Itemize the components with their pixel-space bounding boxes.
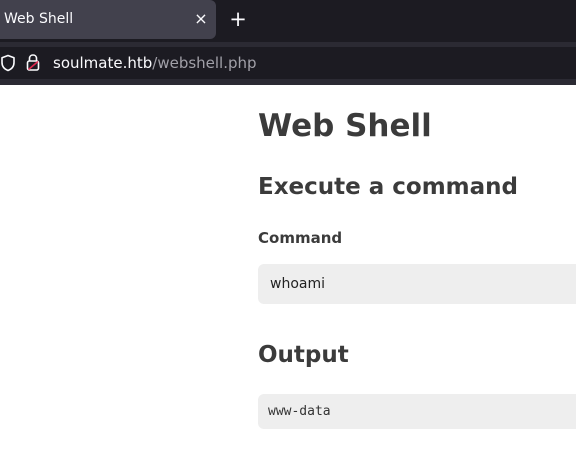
url-host: soulmate.htb (53, 54, 153, 72)
command-input[interactable] (258, 264, 576, 304)
tab-web-shell[interactable]: Web Shell × (0, 0, 216, 39)
lock-icon[interactable] (25, 53, 41, 72)
tab-title: Web Shell (4, 11, 74, 27)
url-path: /webshell.php (152, 54, 257, 72)
execute-heading: Execute a command (258, 174, 519, 200)
page-title: Web Shell (258, 108, 432, 144)
plus-icon[interactable]: + (228, 8, 248, 30)
url-text[interactable]: soulmate.htb/webshell.php (53, 54, 257, 72)
page-content: Web Shell Execute a command Command Outp… (0, 85, 576, 460)
command-label: Command (258, 229, 343, 247)
shield-icon[interactable] (0, 54, 16, 72)
tab-bar: Web Shell × + (0, 0, 576, 42)
close-icon[interactable]: × (191, 9, 211, 29)
output-box: www-data (258, 394, 576, 429)
output-heading: Output (258, 342, 349, 368)
